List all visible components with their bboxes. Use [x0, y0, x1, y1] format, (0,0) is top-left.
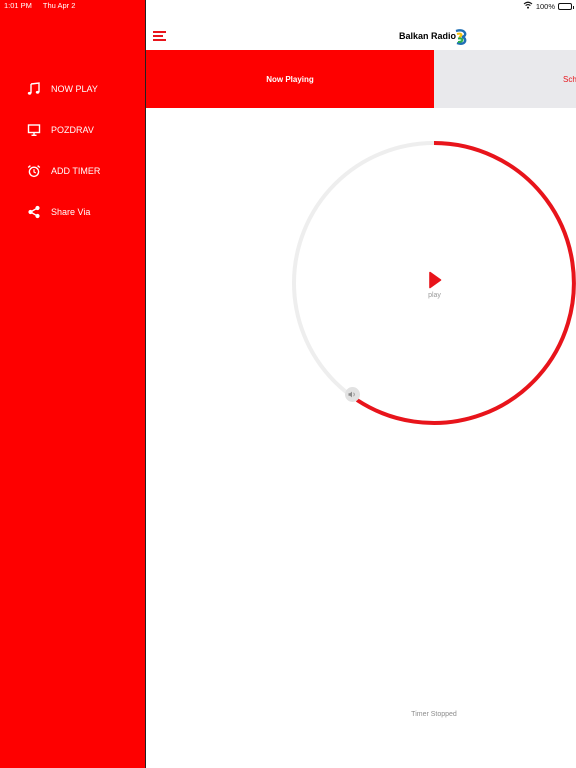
- menu-item-now-play[interactable]: NOW PLAY: [0, 68, 146, 109]
- status-time: 1:01 PM: [4, 1, 32, 10]
- play-button[interactable]: [425, 271, 445, 289]
- drawer-menu: NOW PLAY POZDRAV ADD TIMER Share Via: [0, 68, 146, 232]
- main-content: 100% Balkan Radio Now Playing Sch play T…: [146, 0, 576, 768]
- play-icon: [429, 271, 442, 289]
- menu-item-label: POZDRAV: [51, 124, 94, 135]
- timer-status: Timer Stopped: [411, 711, 457, 718]
- status-date: Thu Apr 2: [42, 1, 76, 10]
- ring-progress: [355, 141, 576, 425]
- monitor-icon: [26, 122, 41, 137]
- music-note-icon: [26, 81, 41, 96]
- menu-item-share-via[interactable]: Share Via: [0, 191, 146, 232]
- menu-item-label: Share Via: [51, 206, 91, 217]
- menu-item-pozdrav[interactable]: POZDRAV: [0, 109, 146, 150]
- menu-item-label: ADD TIMER: [51, 165, 101, 176]
- alarm-clock-icon: [26, 163, 41, 178]
- status-bar-left: 1:01 PM Thu Apr 2: [4, 1, 84, 10]
- volume-slider-knob[interactable]: [345, 387, 360, 402]
- share-icon: [26, 204, 41, 219]
- side-drawer: 1:01 PM Thu Apr 2 NOW PLAY POZDRAV ADD T…: [0, 0, 146, 768]
- menu-item-add-timer[interactable]: ADD TIMER: [0, 150, 146, 191]
- speaker-icon: [348, 391, 355, 398]
- menu-item-label: NOW PLAY: [51, 83, 98, 94]
- volume-ring: [292, 141, 576, 425]
- play-label: play: [428, 292, 441, 299]
